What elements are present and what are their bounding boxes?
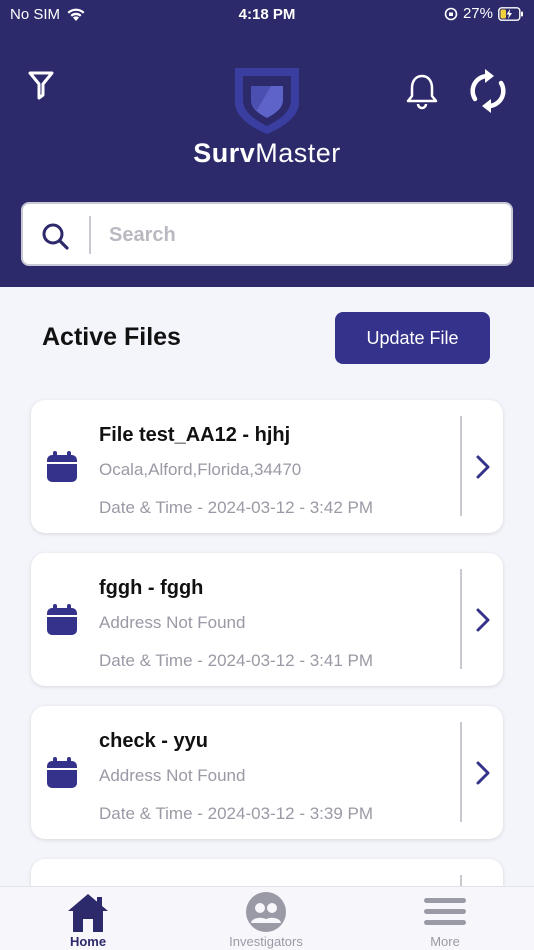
update-file-button[interactable]: Update File xyxy=(335,312,490,364)
menu-icon xyxy=(424,898,466,925)
notifications-button[interactable] xyxy=(402,70,442,114)
card-divider xyxy=(460,722,462,822)
battery-charging-icon xyxy=(498,6,523,21)
battery-percent: 27% xyxy=(462,5,493,22)
filter-icon xyxy=(28,71,54,100)
chevron-right-icon[interactable] xyxy=(471,607,495,633)
file-card[interactable]: fggh - fggh Address Not Found Date & Tim… xyxy=(31,553,503,686)
calendar-icon xyxy=(47,757,77,788)
search-icon[interactable] xyxy=(41,222,69,250)
search-bar xyxy=(21,202,513,266)
file-title: check - yyu xyxy=(99,730,208,752)
file-address: Address Not Found xyxy=(99,613,246,632)
filter-button[interactable] xyxy=(22,66,60,104)
file-date: Date & Time - 2024-03-12 - 3:41 PM xyxy=(99,651,374,670)
file-card[interactable]: check - yyu Address Not Found Date & Tim… xyxy=(31,706,503,839)
card-divider xyxy=(460,569,462,669)
search-input[interactable] xyxy=(109,214,499,256)
brand-name: SurvMaster xyxy=(193,138,341,168)
tab-bar: Home Investigators More xyxy=(0,886,534,950)
home-icon xyxy=(68,894,108,932)
file-date: Date & Time - 2024-03-12 - 3:39 PM xyxy=(99,804,374,823)
shield-logo-icon xyxy=(235,68,299,134)
investigators-icon xyxy=(246,892,286,932)
sync-icon xyxy=(470,69,506,113)
file-title: fggh - fggh xyxy=(99,577,204,599)
file-address: Address Not Found xyxy=(99,766,246,785)
section-title: Active Files xyxy=(42,323,181,351)
calendar-icon xyxy=(47,451,77,482)
file-date: Date & Time - 2024-03-12 - 3:42 PM xyxy=(99,498,374,517)
file-address: Ocala,Alford,Florida,34470 xyxy=(99,460,302,479)
brand-logo: SurvMaster xyxy=(180,60,354,172)
orientation-lock-icon xyxy=(444,7,458,20)
tab-home[interactable]: Home xyxy=(28,887,148,950)
sync-button[interactable] xyxy=(466,66,510,116)
tab-home-label: Home xyxy=(69,934,107,949)
calendar-icon xyxy=(47,604,77,635)
tab-more[interactable]: More xyxy=(385,887,505,950)
chevron-right-icon[interactable] xyxy=(471,760,495,786)
tab-investigators-label: Investigators xyxy=(229,934,303,949)
tab-more-label: More xyxy=(430,934,460,949)
bell-icon xyxy=(406,74,438,110)
search-divider xyxy=(89,216,91,254)
chevron-right-icon[interactable] xyxy=(471,454,495,480)
card-divider xyxy=(460,416,462,516)
file-card[interactable]: File test_AA12 - hjhj Ocala,Alford,Flori… xyxy=(31,400,503,533)
tab-investigators[interactable]: Investigators xyxy=(206,887,326,950)
status-bar: No SIM 4:18 PM 27% xyxy=(0,0,534,30)
app-header: No SIM 4:18 PM 27% SurvMaster Search xyxy=(0,0,534,287)
file-title: File test_AA12 - hjhj xyxy=(99,424,291,446)
